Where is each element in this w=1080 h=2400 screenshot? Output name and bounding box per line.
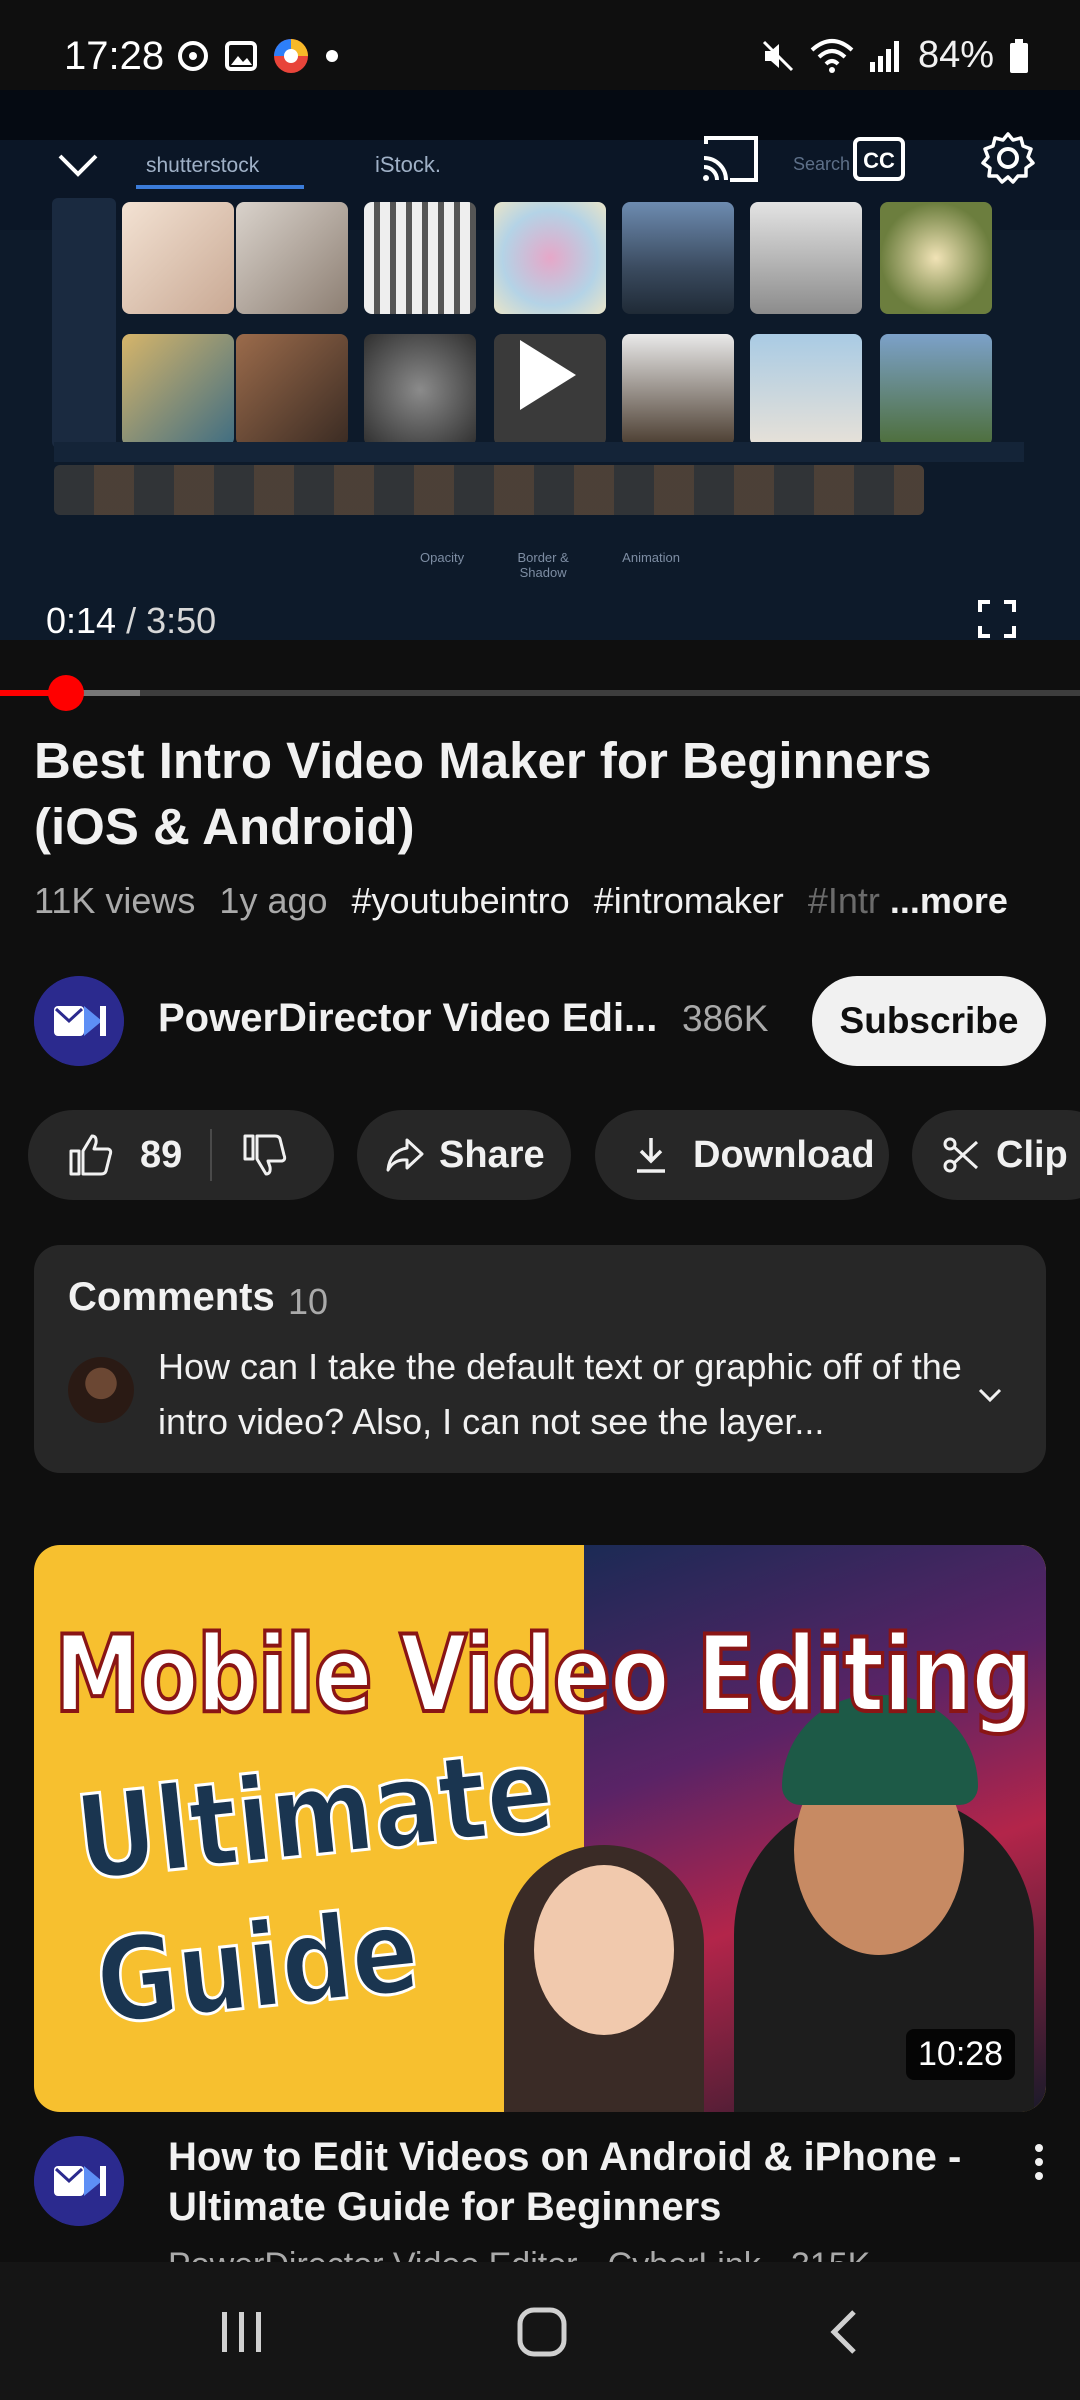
- hashtag[interactable]: #Intr: [808, 880, 880, 921]
- dot-icon: [326, 50, 338, 62]
- like-count[interactable]: 89: [140, 1134, 182, 1177]
- sync-icon: [178, 41, 208, 71]
- tile: [494, 202, 606, 314]
- like-dislike-pill: 89: [28, 1110, 334, 1200]
- video-meta[interactable]: 11K views 1y ago #youtubeintro #intromak…: [34, 880, 1044, 922]
- captions-icon[interactable]: CC: [852, 136, 906, 182]
- settings-icon[interactable]: [980, 130, 1036, 186]
- next-video-title[interactable]: How to Edit Videos on Android & iPhone -…: [168, 2132, 988, 2232]
- tile: [750, 334, 862, 446]
- video-title[interactable]: Best Intro Video Maker for Beginners (iO…: [34, 728, 1034, 860]
- status-time: 17:28: [64, 34, 165, 78]
- comments-title: Comments: [68, 1275, 275, 1319]
- powerdirector-logo-icon: [34, 2136, 124, 2226]
- thumbnail-headline: Mobile Video Editing: [52, 1611, 1035, 1738]
- status-bar: 17:28 84%: [0, 0, 1080, 90]
- tile: [880, 202, 992, 314]
- tile: [122, 334, 234, 446]
- channel-avatar[interactable]: [34, 976, 124, 1066]
- collapse-icon[interactable]: [56, 150, 100, 180]
- tile: [880, 334, 992, 446]
- next-video-thumbnail[interactable]: Mobile Video Editing Ultimate Guide 10:2…: [34, 1545, 1046, 2112]
- progress-track[interactable]: [0, 690, 1080, 696]
- frame-tool-opacity: Opacity: [420, 550, 465, 565]
- download-button[interactable]: Download: [595, 1110, 889, 1200]
- system-nav-bar: [0, 2262, 1080, 2400]
- app-icon: [274, 39, 308, 73]
- view-count: 11K views: [34, 880, 196, 921]
- battery-percent: 84%: [917, 34, 994, 76]
- video-duration-badge: 10:28: [906, 2029, 1016, 2080]
- frame-timeline: [54, 465, 924, 515]
- commenter-avatar: [68, 1357, 134, 1423]
- next-channel-avatar[interactable]: [34, 2136, 124, 2226]
- subscribe-button[interactable]: Subscribe: [812, 976, 1046, 1066]
- clip-button[interactable]: Clip: [912, 1110, 1080, 1200]
- more-options-icon[interactable]: [1032, 2142, 1046, 2182]
- total-duration: 3:50: [146, 600, 217, 640]
- svg-text:CC: CC: [863, 148, 895, 173]
- video-player[interactable]: shutterstock iStock. Search Opacity Bord…: [0, 90, 1080, 640]
- gallery-icon: [225, 41, 257, 71]
- thumbnail-subline: Guide: [89, 1882, 426, 2053]
- thumbnail-person-face: [534, 1865, 674, 2035]
- comments-panel[interactable]: Comments 10 How can I take the default t…: [34, 1245, 1046, 1473]
- frame-timeline-ruler: [54, 442, 1024, 462]
- chevron-down-icon[interactable]: [976, 1385, 1004, 1405]
- tile: [236, 202, 348, 314]
- share-label: Share: [439, 1133, 545, 1176]
- status-right: 84%: [760, 34, 1030, 77]
- current-time: 0:14: [46, 600, 117, 640]
- clip-label: Clip: [996, 1133, 1068, 1176]
- play-icon[interactable]: [498, 330, 588, 420]
- tile: [364, 202, 476, 314]
- mute-icon: [762, 40, 793, 71]
- comments-count: 10: [288, 1281, 329, 1322]
- hashtag[interactable]: #intromaker: [594, 880, 784, 921]
- thumbnail-subline: Ultimate: [69, 1722, 561, 1909]
- frame-tool-animation: Animation: [622, 550, 680, 565]
- recent-apps-icon[interactable]: [218, 2308, 266, 2356]
- time-separator: /: [116, 600, 147, 640]
- subscriber-count: 386K: [682, 998, 769, 1039]
- signal-icon: [869, 40, 899, 72]
- tile: [622, 334, 734, 446]
- playback-time: 0:14 / 3:50: [46, 600, 216, 640]
- tile: [750, 202, 862, 314]
- like-icon[interactable]: [68, 1133, 114, 1177]
- tile: [364, 334, 476, 446]
- tile: [622, 202, 734, 314]
- more-link[interactable]: ...more: [890, 880, 1008, 921]
- download-icon: [637, 1138, 665, 1173]
- top-comment: How can I take the default text or graph…: [158, 1346, 962, 1442]
- share-button[interactable]: Share: [357, 1110, 571, 1200]
- powerdirector-logo-icon: [34, 976, 124, 1066]
- cast-icon[interactable]: [700, 134, 760, 184]
- download-label: Download: [693, 1133, 875, 1176]
- tile: [236, 334, 348, 446]
- channel-name[interactable]: PowerDirector Video Edi...: [158, 996, 657, 1041]
- scissors-icon: [943, 1137, 979, 1173]
- hashtag[interactable]: #youtubeintro: [352, 880, 570, 921]
- wifi-icon: [810, 38, 854, 73]
- dislike-icon[interactable]: [242, 1133, 288, 1177]
- upload-age: 1y ago: [219, 880, 328, 921]
- share-icon: [386, 1138, 424, 1172]
- home-icon[interactable]: [516, 2306, 568, 2358]
- back-icon[interactable]: [826, 2308, 862, 2356]
- progress-scrubber[interactable]: [47, 675, 84, 711]
- fullscreen-icon[interactable]: [978, 600, 1016, 638]
- status-left-icons: [176, 36, 340, 76]
- pill-divider: [210, 1129, 213, 1181]
- tile: [122, 202, 234, 314]
- battery-icon: [1010, 38, 1028, 73]
- frame-tool-border: Border & Shadow: [517, 550, 569, 580]
- frame-tools: Opacity Border & Shadow Animation: [420, 550, 680, 580]
